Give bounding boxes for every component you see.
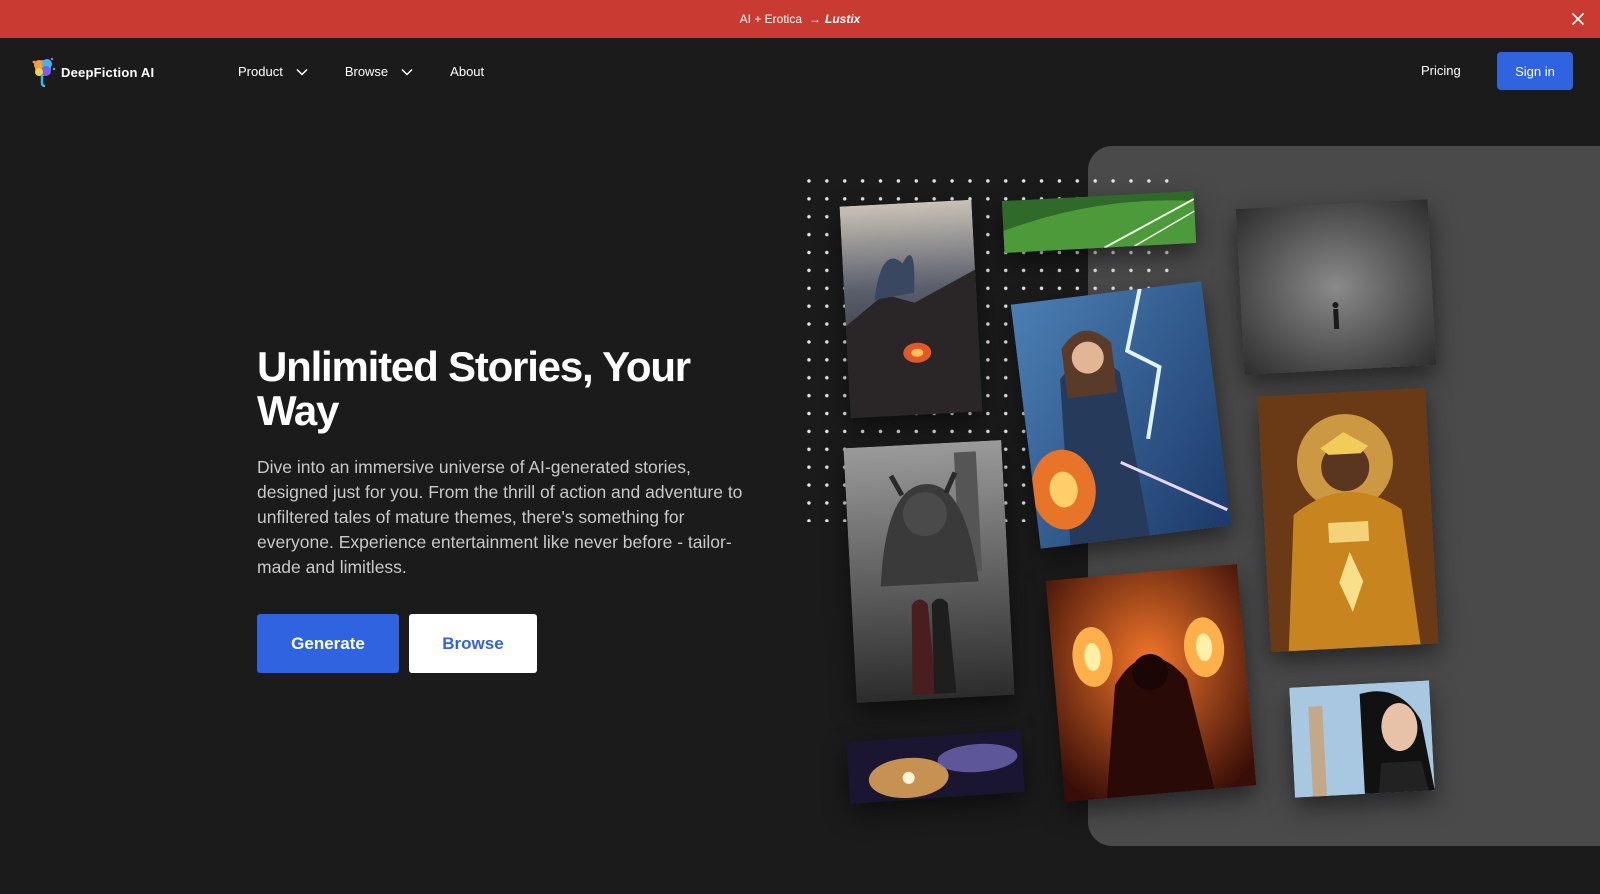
hero-title: Unlimited Stories, Your Way xyxy=(257,343,691,434)
gallery-image-dark-haired-woman xyxy=(1289,680,1435,798)
top-navbar: DeepFiction AI Product Browse About Pric… xyxy=(0,38,1600,110)
nav-product[interactable]: Product xyxy=(238,64,309,79)
announcement-text: AI + Erotica xyxy=(739,12,803,26)
sign-in-button[interactable]: Sign in xyxy=(1497,52,1573,90)
gallery-image-dragon xyxy=(839,199,983,419)
gallery-image-demon-lord xyxy=(843,440,1015,703)
nav-about[interactable]: About xyxy=(450,64,484,79)
nav-browse-label: Browse xyxy=(344,64,389,79)
chevron-down-icon xyxy=(400,65,414,79)
brain-logo-icon xyxy=(30,55,58,89)
gallery-image-sorceress xyxy=(1010,281,1232,549)
announcement-bar[interactable]: AI + Erotica → Lustix xyxy=(0,0,1600,38)
chevron-down-icon xyxy=(295,65,309,79)
gallery-image-golden-goddess xyxy=(1257,387,1439,653)
generate-button[interactable]: Generate xyxy=(257,614,399,673)
nav-about-label: About xyxy=(450,64,485,79)
gallery-image-foggy-forest xyxy=(1235,199,1437,375)
logo-link[interactable]: DeepFiction AI xyxy=(30,55,154,89)
logo-text: DeepFiction AI xyxy=(61,64,155,80)
hero-description: Dive into an immersive universe of AI-ge… xyxy=(257,457,743,577)
close-icon[interactable] xyxy=(1568,9,1588,29)
announcement-brand-link[interactable]: Lustix xyxy=(825,12,860,26)
arrow-right-icon: → xyxy=(809,12,822,26)
nav-product-label: Product xyxy=(238,64,283,79)
browse-button[interactable]: Browse xyxy=(409,614,537,673)
gallery-image-green-field xyxy=(1001,191,1197,253)
gallery-image-fire-mage xyxy=(1045,564,1257,802)
pricing-link[interactable]: Pricing xyxy=(1421,63,1461,78)
gallery-image-galaxy xyxy=(846,729,1025,805)
nav-browse[interactable]: Browse xyxy=(345,64,414,79)
nav-links: Product Browse About xyxy=(238,64,520,79)
